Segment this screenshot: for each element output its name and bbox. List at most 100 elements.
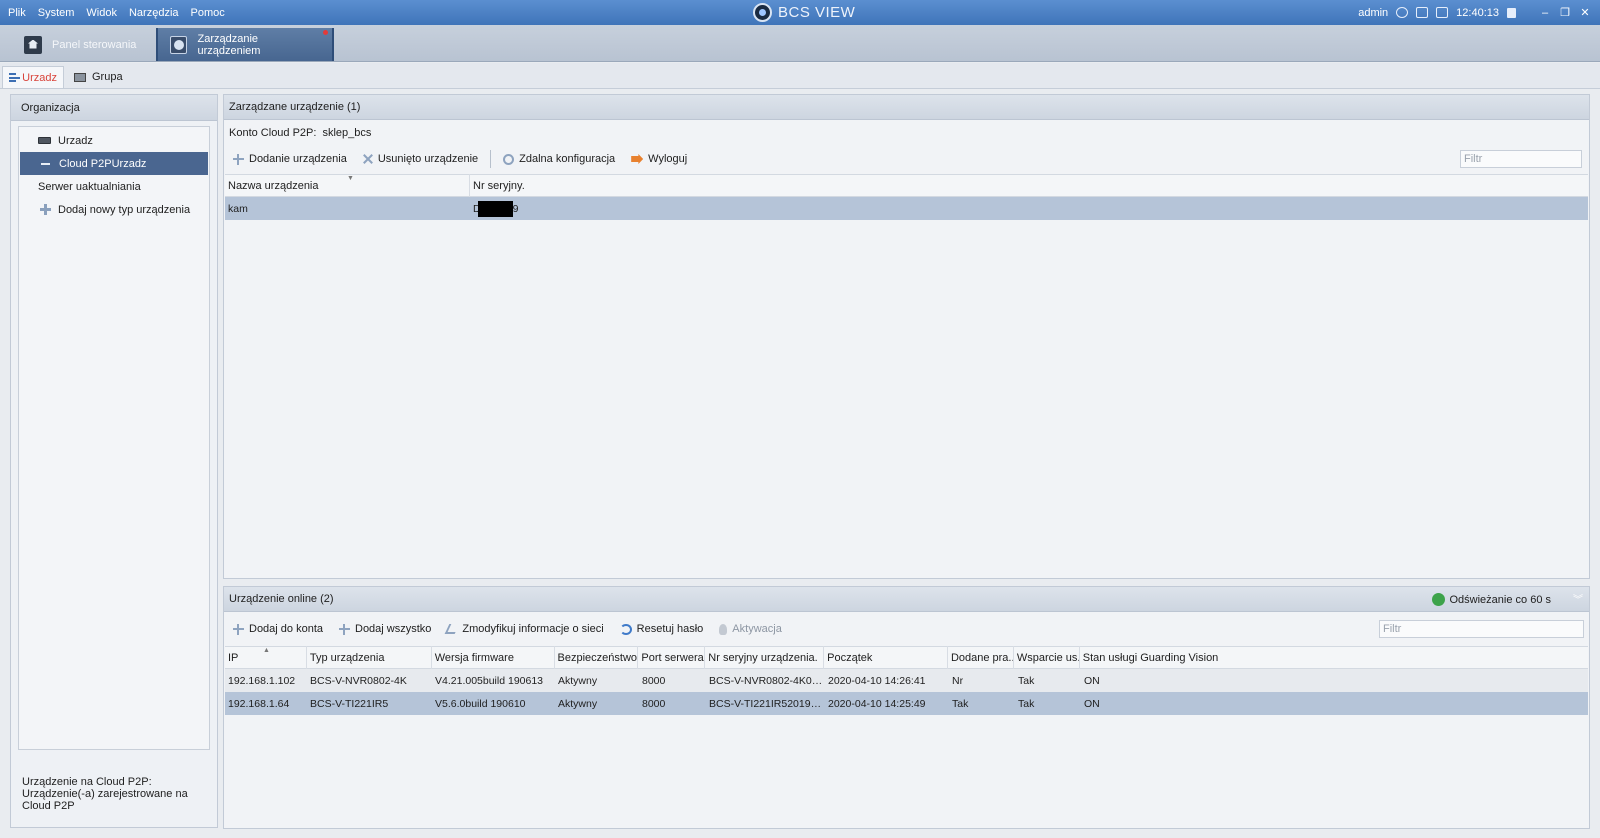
online-devices-table: IP ▲ Typ urządzenia Wersja firmware Bezpi… xyxy=(225,646,1588,715)
column-label: Nazwa urządzenia xyxy=(228,179,319,192)
column-label: Port serwera xyxy=(641,651,704,664)
table-row[interactable]: 192.168.1.64 BCS-V-TI221IR5 V5.6.0build … xyxy=(225,692,1588,715)
cell-device-type: BCS-V-TI221IR5 xyxy=(310,697,389,710)
tab-group-label: Grupa xyxy=(92,71,123,83)
tab-device-management-label: Zarządzanie urządzeniem xyxy=(197,32,261,57)
logout-icon xyxy=(631,154,644,164)
column-label: Bezpieczeństwo xyxy=(557,651,638,664)
restore-icon[interactable]: ❐ xyxy=(1560,7,1570,18)
cloud-account-line: Konto Cloud P2P: sklep_bcs xyxy=(224,120,1589,146)
collapse-icon[interactable] xyxy=(41,162,50,165)
current-user[interactable]: admin xyxy=(1358,7,1388,19)
remote-config-label: Zdalna konfiguracja xyxy=(519,153,616,165)
column-label: Nr seryjny urządzenia. xyxy=(708,651,818,664)
tree-item-label: Urzadz xyxy=(58,134,93,147)
modify-network-button[interactable]: Zmodyfikuj informacje o sieci xyxy=(445,623,604,635)
column-guarding-vision[interactable]: Stan usługi Guarding Vision xyxy=(1080,646,1588,669)
column-server-port[interactable]: Port serwera xyxy=(638,646,706,669)
cell-security: Aktywny xyxy=(558,697,598,710)
column-serial[interactable]: Nr seryjny. xyxy=(470,174,1588,197)
redaction-block xyxy=(477,200,513,217)
remote-config-button[interactable]: Zdalna konfiguracja xyxy=(503,153,615,165)
column-label: Stan usługi Guarding Vision xyxy=(1082,651,1219,664)
cell-device-name: kam xyxy=(228,202,248,215)
tab-control-panel[interactable]: Panel sterowania xyxy=(12,28,150,61)
column-label: IP xyxy=(228,651,239,664)
cell-guarding-vision: ON xyxy=(1084,674,1100,687)
column-label: Początek xyxy=(827,651,873,664)
column-label: Dodane pra... xyxy=(950,651,1014,664)
column-label: Wersja firmware xyxy=(434,651,514,664)
tree-item-device[interactable]: Urzadz xyxy=(19,129,209,152)
add-all-button[interactable]: Dodaj wszystko xyxy=(339,623,431,635)
column-label: Nr seryjny. xyxy=(473,179,525,192)
cell-ip: 192.168.1.102 xyxy=(228,674,296,687)
tab-close-icon[interactable] xyxy=(323,30,328,35)
column-start[interactable]: Początek xyxy=(824,646,948,669)
plus-icon xyxy=(40,204,51,215)
add-all-label: Dodaj wszystko xyxy=(355,623,432,635)
add-device-button[interactable]: Dodanie urządzenia xyxy=(233,153,347,165)
table-header: Nazwa urządzenia ▼ Nr seryjny. xyxy=(225,174,1588,197)
tree-item-cloud-p2p[interactable]: Cloud P2PUrzadz xyxy=(20,152,208,175)
add-to-account-button[interactable]: Dodaj do konta xyxy=(233,623,323,635)
minimize-icon[interactable]: – xyxy=(1540,7,1550,18)
delete-device-button[interactable]: Usunięto urządzenie xyxy=(363,153,478,165)
clock: 12:40:13 xyxy=(1456,6,1499,19)
column-support[interactable]: Wsparcie us... xyxy=(1014,646,1080,669)
activation-button[interactable]: Aktywacja xyxy=(719,623,782,635)
tree-item-label: Serwer uaktualniania xyxy=(38,180,141,193)
menu-widok[interactable]: Widok xyxy=(80,7,123,19)
column-added[interactable]: Dodane pra... xyxy=(948,646,1014,669)
column-device-type[interactable]: Typ urządzenia xyxy=(307,646,432,669)
device-icon xyxy=(38,137,51,144)
tab-device[interactable]: Urzadz xyxy=(2,66,64,88)
cell-ip: 192.168.1.64 xyxy=(228,697,290,710)
app-logo-icon xyxy=(753,3,772,22)
monitor-icon[interactable] xyxy=(1416,7,1429,18)
cell-guarding-vision: ON xyxy=(1084,697,1100,710)
column-serial-number[interactable]: Nr seryjny urządzenia. xyxy=(705,646,825,669)
column-device-name[interactable]: Nazwa urządzenia ▼ xyxy=(225,174,470,197)
reset-password-button[interactable]: Resetuj hasło xyxy=(619,623,704,635)
managed-filter-input[interactable] xyxy=(1460,150,1582,168)
column-security[interactable]: Bezpieczeństwo xyxy=(555,646,639,669)
cell-support: Tak xyxy=(1018,674,1035,687)
online-devices-header: Urządzenie online (2) Odświeżanie co 60 … xyxy=(224,587,1589,612)
table-row[interactable]: 192.168.1.102 BCS-V-NVR0802-4K V4.21.005… xyxy=(225,669,1588,692)
menu-narzedzia[interactable]: Narzędzia xyxy=(123,7,185,19)
logout-button[interactable]: Wyloguj xyxy=(631,153,687,165)
close-icon[interactable]: ✕ xyxy=(1580,7,1590,18)
reset-password-label: Resetuj hasło xyxy=(636,623,704,635)
online-toolbar: Dodaj do konta Dodaj wszystko Zmodyfikuj… xyxy=(224,616,1589,642)
tab-group[interactable]: Grupa xyxy=(68,66,129,88)
column-firmware[interactable]: Wersja firmware xyxy=(432,646,555,669)
managed-devices-panel: Zarządzane urządzenie (1) Konto Cloud P2… xyxy=(223,94,1590,579)
column-label: Wsparcie us... xyxy=(1016,651,1080,664)
table-row[interactable]: kam D9 xyxy=(225,197,1588,220)
tree-item-add-device-type[interactable]: Dodaj nowy typ urządzenia xyxy=(19,198,209,221)
table-header: IP ▲ Typ urządzenia Wersja firmware Bezpi… xyxy=(225,646,1588,669)
delete-icon xyxy=(363,154,373,164)
cell-added: Tak xyxy=(952,697,969,710)
menu-pomoc[interactable]: Pomoc xyxy=(185,7,231,19)
collapse-panel-icon[interactable]: ︾ xyxy=(1573,591,1583,606)
refresh-interval[interactable]: Odświeżanie co 60 s xyxy=(1431,587,1551,612)
delete-device-label: Usunięto urządzenie xyxy=(377,153,479,165)
menu-plik[interactable]: Plik xyxy=(2,7,32,19)
lock-icon[interactable] xyxy=(1507,7,1516,18)
refresh-icon xyxy=(1431,593,1445,606)
online-devices-panel: Urządzenie online (2) Odświeżanie co 60 … xyxy=(223,586,1590,829)
cell-firmware: V4.21.005build 190613 xyxy=(435,674,544,687)
managed-devices-table: Nazwa urządzenia ▼ Nr seryjny. kam D9 xyxy=(225,174,1588,220)
bulb-icon xyxy=(719,623,728,635)
tree-item-update-server[interactable]: Serwer uaktualniania xyxy=(19,175,209,198)
menu-system[interactable]: System xyxy=(32,7,81,19)
add-to-account-label: Dodaj do konta xyxy=(249,623,323,635)
tab-device-management[interactable]: Zarządzanie urządzeniem xyxy=(156,28,334,61)
globe-icon[interactable] xyxy=(1396,7,1409,18)
keyboard-icon[interactable] xyxy=(1436,7,1449,18)
column-ip[interactable]: IP ▲ xyxy=(225,646,307,669)
menu-bar: Plik System Widok Narzędzia Pomoc xyxy=(2,0,231,25)
online-filter-input[interactable] xyxy=(1379,620,1584,638)
